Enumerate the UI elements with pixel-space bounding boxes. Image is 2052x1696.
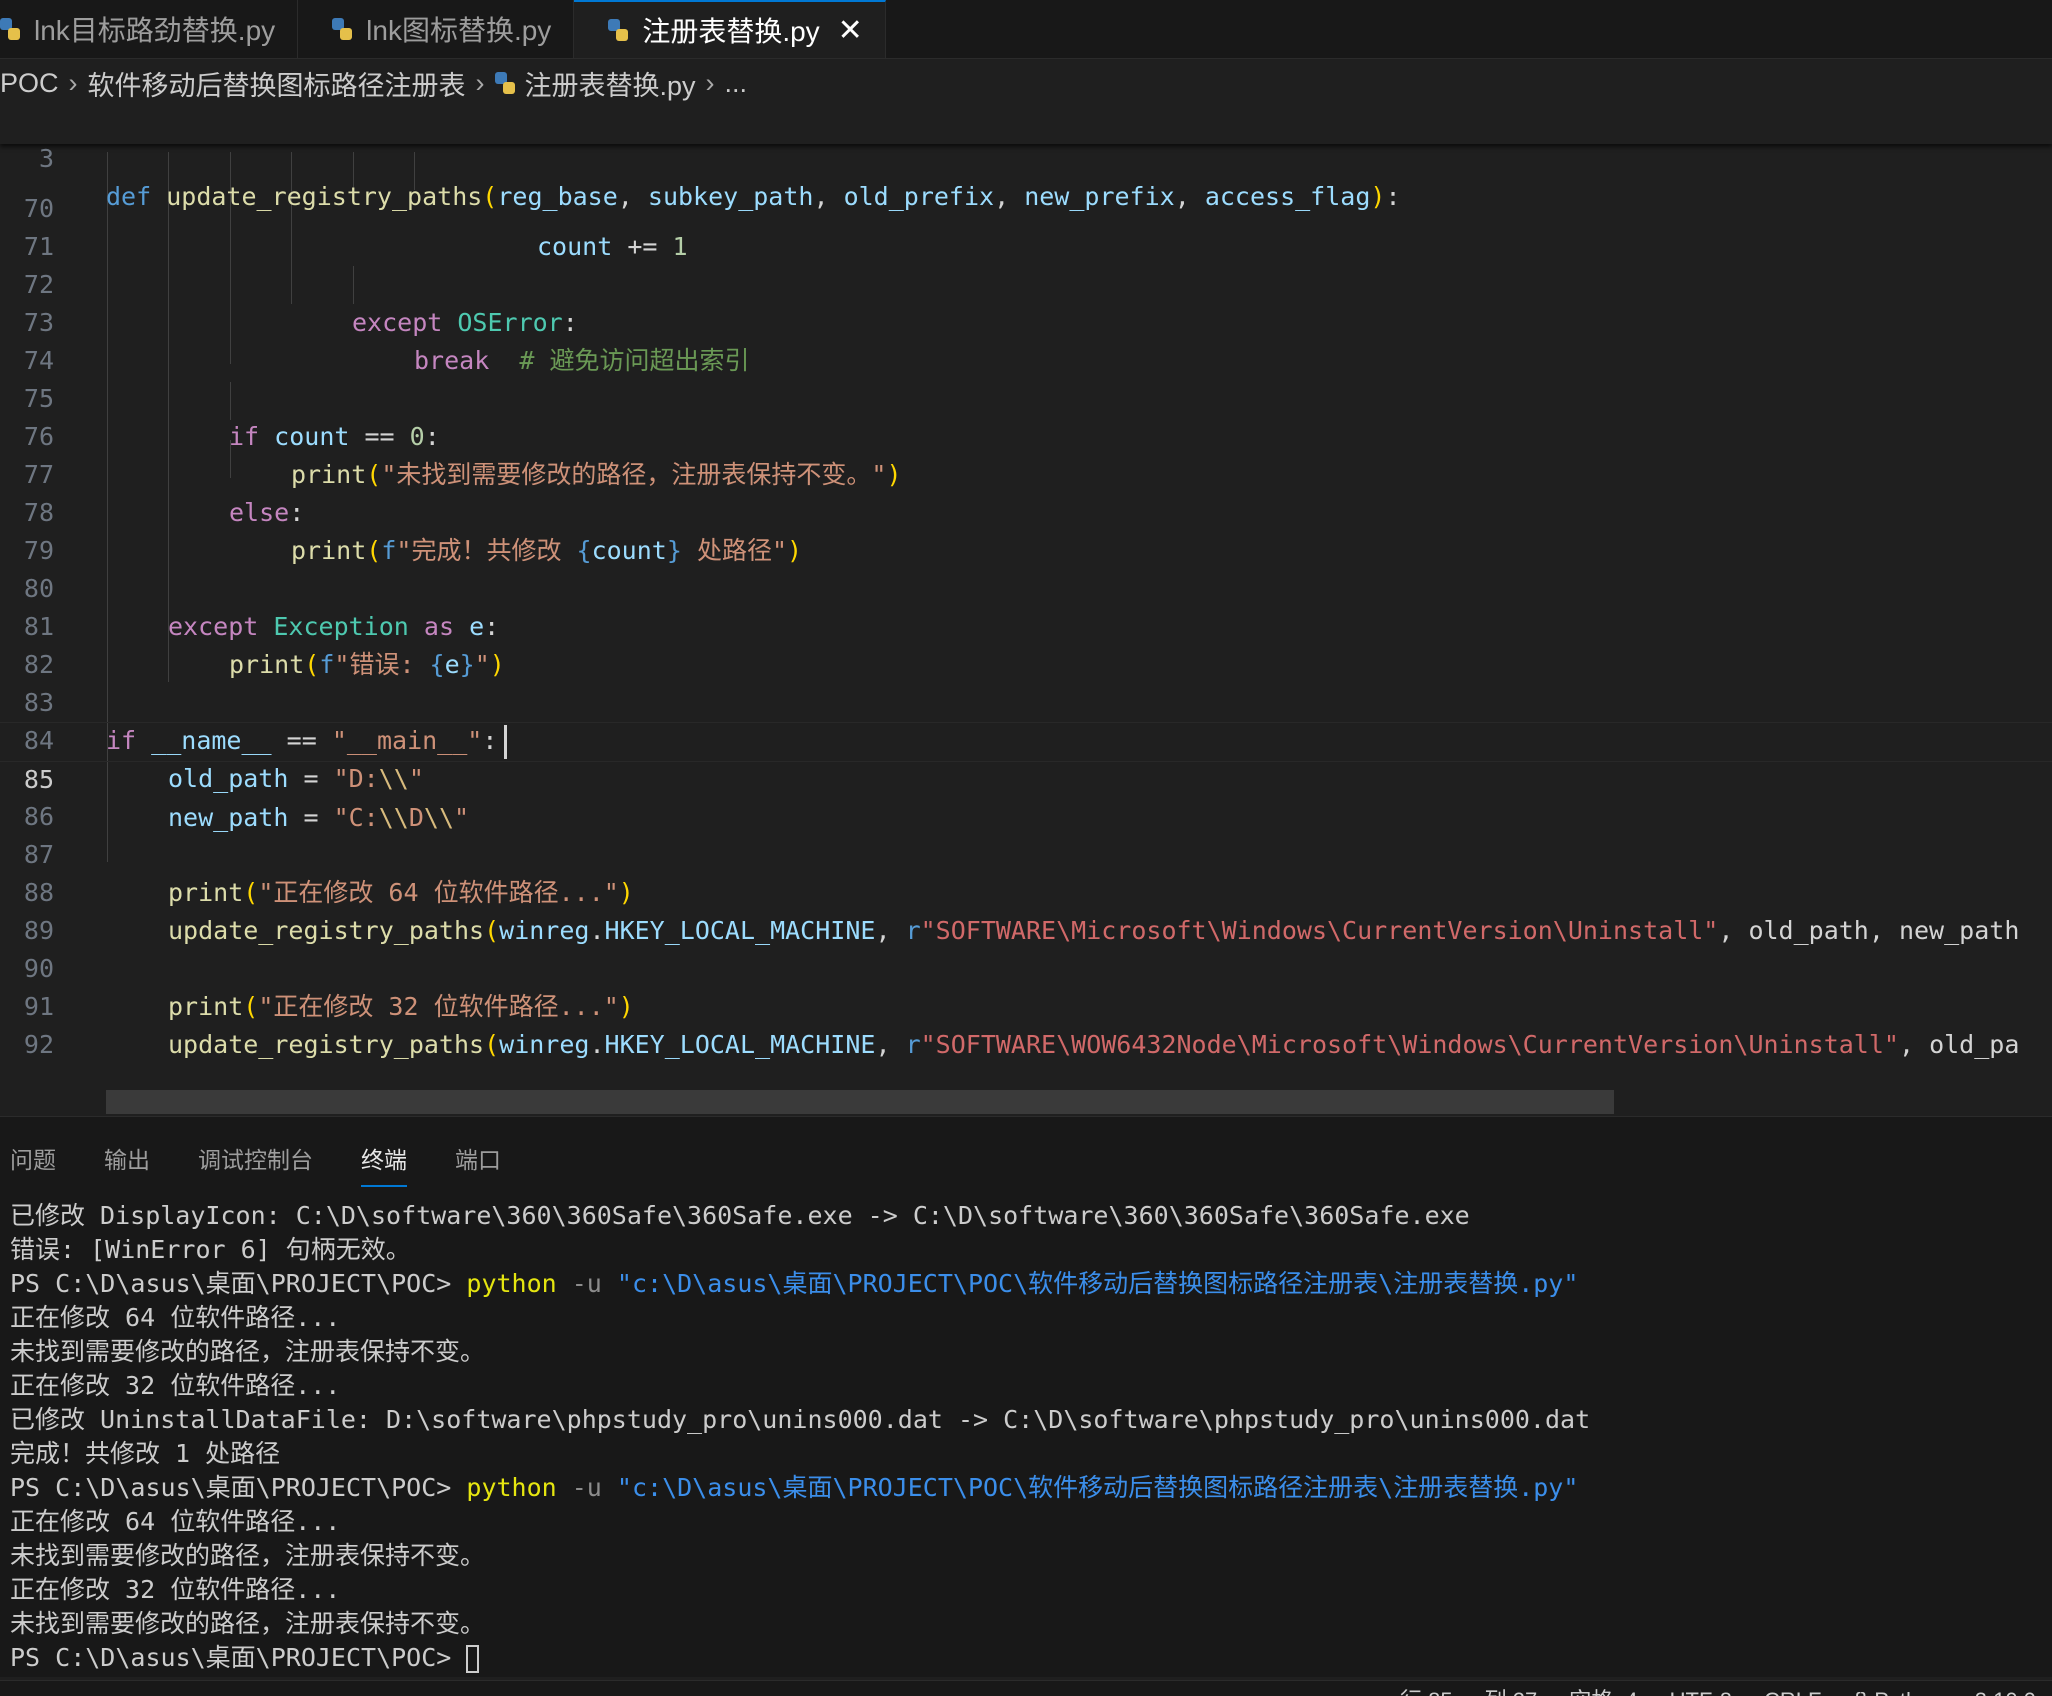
breadcrumb-item-poc[interactable]: POC [0, 68, 59, 99]
breadcrumb: POC › 软件移动后替换图标路径注册表 › 注册表替换.py › ... [0, 60, 2052, 106]
terminal-prompt: PS C:\D\asus\桌面\PROJECT\POC> [10, 1473, 467, 1502]
horizontal-scrollbar[interactable] [106, 1090, 1614, 1114]
param: access_flag [1204, 182, 1371, 211]
param: new_prefix [1024, 182, 1175, 211]
tab-label: lnk目标路劲替换.py [34, 15, 276, 46]
close-tab-icon[interactable]: ✕ [838, 13, 863, 48]
terminal-flag: -u [556, 1269, 617, 1298]
tab-ports[interactable]: 端口 [455, 1141, 501, 1187]
terminal-line: 已修改 DisplayIcon: C:\D\software\360\360Sa… [10, 1201, 1470, 1230]
param: reg_base [497, 182, 618, 211]
breadcrumb-item-folder[interactable]: 软件移动后替换图标路径注册表 [88, 64, 466, 103]
code-line[interactable]: 76 print("未找到需要修改的路径，注册表保持不变。") [0, 380, 2052, 489]
code-line[interactable]: 88 update_registry_paths(winreg.HKEY_LOC… [0, 836, 2052, 945]
tab-debug-console[interactable]: 调试控制台 [198, 1141, 313, 1187]
terminal-argument: "c:\D\asus\桌面\PROJECT\POC\软件移动后替换图标路径注册表… [616, 1269, 1579, 1298]
code-line[interactable]: 86 [0, 760, 2052, 831]
code-line[interactable]: 78 print(f"完成！共修改 {count} 处路径") [0, 456, 2052, 565]
terminal-cursor [466, 1645, 480, 1673]
tab-output[interactable]: 输出 [104, 1141, 150, 1187]
python-file-icon [332, 18, 353, 40]
breadcrumb-item-symbol[interactable]: ... [725, 68, 748, 99]
code-editor[interactable]: 3 def update_registry_paths(reg_base, su… [0, 106, 2052, 1116]
terminal-command: python [466, 1473, 557, 1502]
code-line[interactable]: 91 update_registry_paths(winreg.HKEY_LOC… [0, 950, 2052, 1059]
tab-label: lnk图标替换.py [366, 15, 552, 46]
terminal-line: 完成！共修改 1 处路径 [10, 1439, 281, 1468]
code-line[interactable]: 83 if __name__ == "__main__": [0, 646, 2052, 755]
param: subkey_path [647, 182, 814, 211]
chevron-right-icon: › [475, 67, 485, 98]
tab-terminal[interactable]: 终端 [361, 1141, 407, 1187]
keyword: def [106, 182, 152, 211]
python-file-icon [494, 72, 515, 94]
terminal-flag: -u [556, 1473, 617, 1502]
terminal-line: PS C:\D\asus\桌面\PROJECT\POC> python -u "… [10, 1471, 2050, 1505]
tab-registry-replace[interactable]: 注册表替换.py ✕ [574, 0, 886, 58]
terminal-prompt: PS C:\D\asus\桌面\PROJECT\POC> [10, 1643, 467, 1672]
terminal-line: 错误: [WinError 6] 句柄无效。 [10, 1235, 411, 1264]
breadcrumb-item-file[interactable]: 注册表替换.py [525, 64, 696, 103]
panel-tabs: 问题 输出 调试控制台 终端 端口 [10, 1141, 549, 1187]
tab-lnk-target-replace[interactable]: lnk目标路劲替换.py [0, 0, 299, 58]
terminal-line: 已修改 UninstallDataFile: D:\software\phpst… [10, 1405, 1591, 1434]
terminal-line: 正在修改 32 位软件路径... [10, 1575, 341, 1604]
chevron-right-icon: › [705, 67, 715, 98]
code-line[interactable]: 79 [0, 494, 2052, 565]
editor-tab-bar: lnk目标路劲替换.py lnk图标替换.py 注册表替换.py ✕ [0, 0, 2052, 59]
tab-label: 注册表替换.py [642, 16, 820, 47]
param: old_prefix [843, 182, 995, 211]
terminal-command: python [466, 1269, 557, 1298]
code-line[interactable]: 90 print("正在修改 32 位软件路径...") [0, 912, 2052, 1021]
code-line[interactable]: 82 [0, 608, 2052, 679]
code-line[interactable]: 72 except OSError: [0, 228, 2052, 337]
code-line[interactable]: 81 print(f"错误: {e}") [0, 570, 2052, 679]
terminal-input-line[interactable]: PS C:\D\asus\桌面\PROJECT\POC> [10, 1641, 2050, 1675]
python-file-icon [0, 18, 20, 40]
text-cursor [504, 725, 507, 759]
code-line[interactable]: 87 print("正在修改 64 位软件路径...") [0, 798, 2052, 907]
terminal-line: 未找到需要修改的路径，注册表保持不变。 [10, 1609, 486, 1638]
code-line[interactable]: 77 else: [0, 418, 2052, 527]
terminal-line: 正在修改 32 位软件路径... [10, 1371, 341, 1400]
line-number: 3 [38, 144, 54, 173]
current-code-line[interactable]: 85 new_path = "C:\\D\\" [0, 722, 2052, 832]
code-line[interactable]: 80 except Exception as e: [0, 532, 2052, 641]
terminal-line: 未找到需要修改的路径，注册表保持不变。 [10, 1541, 486, 1570]
code-line[interactable]: 84 old_path = "D:\\" [0, 684, 2052, 793]
tab-problems[interactable]: 问题 [10, 1141, 56, 1187]
sticky-scroll-line[interactable]: 3 def update_registry_paths(reg_base, su… [0, 106, 2052, 211]
line-number: 92 [23, 1030, 54, 1059]
terminal-line: 正在修改 64 位软件路径... [10, 1507, 341, 1536]
python-file-icon [608, 19, 629, 41]
code-line[interactable]: 74 [0, 304, 2052, 375]
bottom-panel: 问题 输出 调试控制台 终端 端口 已修改 DisplayIcon: C:\D\… [0, 1116, 2052, 1677]
terminal-line: 未找到需要修改的路径，注册表保持不变。 [10, 1337, 486, 1366]
terminal-output[interactable]: 已修改 DisplayIcon: C:\D\software\360\360Sa… [10, 1199, 2050, 1675]
code-line[interactable]: 89 [0, 874, 2052, 945]
terminal-prompt: PS C:\D\asus\桌面\PROJECT\POC> [10, 1269, 467, 1298]
terminal-line: PS C:\D\asus\桌面\PROJECT\POC> python -u "… [10, 1267, 2050, 1301]
code-line[interactable]: 75 if count == 0: [0, 342, 2052, 451]
code-line[interactable]: 92 [0, 988, 2052, 1059]
tab-lnk-icon-replace[interactable]: lnk图标替换.py [298, 0, 575, 58]
terminal-argument: "c:\D\asus\桌面\PROJECT\POC\软件移动后替换图标路径注册表… [616, 1473, 1579, 1502]
terminal-line: 正在修改 64 位软件路径... [10, 1303, 341, 1332]
function-name: update_registry_paths [166, 182, 483, 211]
code-line[interactable]: 73 break # 避免访问超出索引 [0, 266, 2052, 375]
status-bar: 行 85列 27空格: 4UTF-8CRLF{} Python3.10.0 [0, 1680, 2052, 1696]
chevron-right-icon: › [68, 67, 78, 98]
